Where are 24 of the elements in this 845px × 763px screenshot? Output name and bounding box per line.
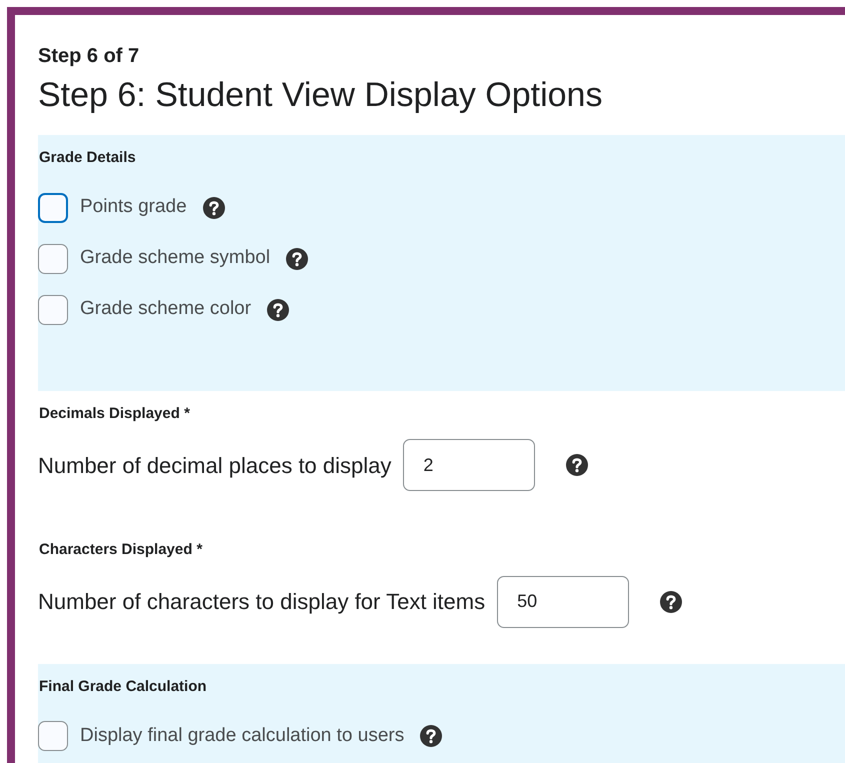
checkbox-label[interactable]: Grade scheme symbol	[80, 244, 270, 273]
section-heading: Grade Details	[38, 148, 137, 168]
checkbox-label[interactable]: Display final grade calculation to users	[80, 722, 404, 750]
number-input[interactable]: 2	[403, 439, 536, 491]
checkbox[interactable]	[38, 244, 68, 274]
number-input[interactable]: 50	[497, 576, 630, 628]
section-heading: Characters Displayed *	[38, 540, 204, 560]
help-icon[interactable]	[267, 298, 290, 320]
checkbox-label[interactable]: Points grade	[80, 193, 187, 222]
checkbox[interactable]	[38, 721, 68, 751]
checkbox[interactable]	[38, 192, 68, 222]
help-icon[interactable]	[420, 725, 442, 747]
checkbox[interactable]	[38, 294, 68, 324]
field-label: Number of decimal places to display	[38, 452, 392, 480]
checkbox-label[interactable]: Grade scheme color	[80, 295, 252, 324]
help-icon[interactable]	[202, 196, 225, 218]
help-icon[interactable]	[566, 454, 588, 476]
section-heading: Final Grade Calculation	[38, 676, 208, 696]
section-heading: Decimals Displayed *	[38, 404, 191, 424]
page-title: Step 6: Student View Display Options	[38, 75, 604, 116]
help-icon[interactable]	[286, 248, 308, 270]
field-label: Number of characters to display for Text items	[38, 588, 486, 616]
help-icon[interactable]	[660, 590, 682, 612]
step-label: Step 6 of 7	[38, 44, 140, 69]
